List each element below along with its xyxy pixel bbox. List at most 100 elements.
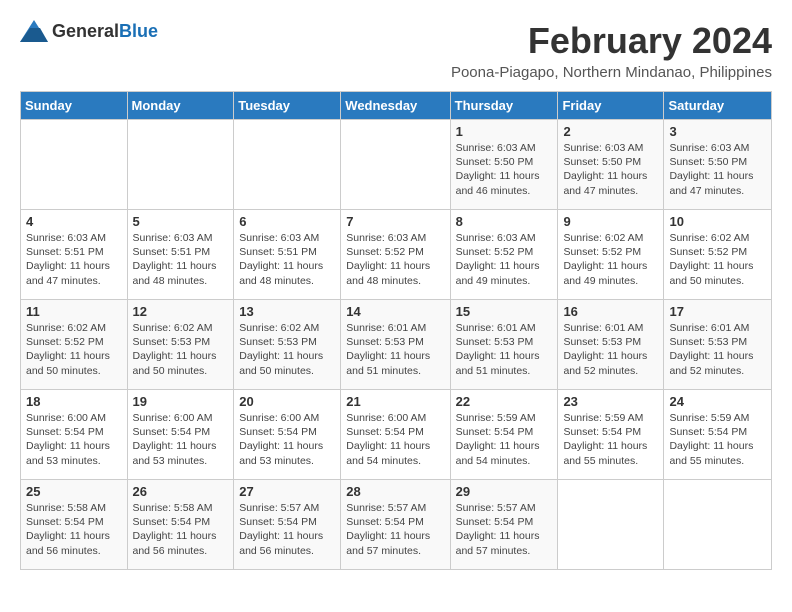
day-info: Sunrise: 6:02 AMSunset: 5:52 PMDaylight:… <box>26 321 122 378</box>
day-info: Sunrise: 5:59 AMSunset: 5:54 PMDaylight:… <box>563 411 658 468</box>
day-number: 13 <box>239 304 335 319</box>
day-number: 20 <box>239 394 335 409</box>
day-info: Sunrise: 5:57 AMSunset: 5:54 PMDaylight:… <box>456 501 553 558</box>
calendar-week-4: 18Sunrise: 6:00 AMSunset: 5:54 PMDayligh… <box>21 390 772 480</box>
day-info: Sunrise: 6:03 AMSunset: 5:51 PMDaylight:… <box>26 231 122 288</box>
day-info: Sunrise: 6:03 AMSunset: 5:52 PMDaylight:… <box>346 231 444 288</box>
logo-icon <box>20 20 48 42</box>
day-number: 11 <box>26 304 122 319</box>
day-number: 8 <box>456 214 553 229</box>
header-row: Sunday Monday Tuesday Wednesday Thursday… <box>21 92 772 120</box>
day-number: 15 <box>456 304 553 319</box>
day-number: 16 <box>563 304 658 319</box>
day-info: Sunrise: 6:01 AMSunset: 5:53 PMDaylight:… <box>346 321 444 378</box>
calendar-cell: 20 Sunrise: 6:00 AMSunset: 5:54 PMDayligh… <box>234 390 341 480</box>
calendar-cell: 22 Sunrise: 5:59 AMSunset: 5:54 PMDayligh… <box>450 390 558 480</box>
day-number: 14 <box>346 304 444 319</box>
calendar-cell: 8 Sunrise: 6:03 AMSunset: 5:52 PMDaylight… <box>450 210 558 300</box>
day-info: Sunrise: 6:02 AMSunset: 5:52 PMDaylight:… <box>563 231 658 288</box>
calendar-week-1: 1Sunrise: 6:03 AMSunset: 5:50 PMDaylight… <box>21 120 772 210</box>
location-title: Poona-Piagapo, Northern Mindanao, Philip… <box>451 64 772 81</box>
col-saturday: Saturday <box>664 92 772 120</box>
day-number: 3 <box>669 124 766 139</box>
day-info: Sunrise: 6:03 AMSunset: 5:51 PMDaylight:… <box>239 231 335 288</box>
day-info: Sunrise: 5:59 AMSunset: 5:54 PMDaylight:… <box>456 411 553 468</box>
logo-text: GeneralBlue <box>52 21 158 42</box>
calendar-cell <box>21 120 128 210</box>
calendar-cell <box>341 120 450 210</box>
calendar-cell: 17Sunrise: 6:01 AMSunset: 5:53 PMDayligh… <box>664 300 772 390</box>
day-info: Sunrise: 6:02 AMSunset: 5:52 PMDaylight:… <box>669 231 766 288</box>
day-number: 7 <box>346 214 444 229</box>
calendar-cell: 15Sunrise: 6:01 AMSunset: 5:53 PMDayligh… <box>450 300 558 390</box>
calendar-cell: 4 Sunrise: 6:03 AMSunset: 5:51 PMDaylight… <box>21 210 128 300</box>
calendar-cell: 3 Sunrise: 6:03 AMSunset: 5:50 PMDaylight… <box>664 120 772 210</box>
day-number: 4 <box>26 214 122 229</box>
calendar-cell: 12Sunrise: 6:02 AMSunset: 5:53 PMDayligh… <box>127 300 234 390</box>
calendar-cell: 7 Sunrise: 6:03 AMSunset: 5:52 PMDaylight… <box>341 210 450 300</box>
calendar-cell <box>558 480 664 570</box>
day-info: Sunrise: 6:02 AMSunset: 5:53 PMDaylight:… <box>239 321 335 378</box>
calendar-cell: 21 Sunrise: 6:00 AMSunset: 5:54 PMDayligh… <box>341 390 450 480</box>
day-info: Sunrise: 5:57 AMSunset: 5:54 PMDaylight:… <box>346 501 444 558</box>
calendar-cell: 29 Sunrise: 5:57 AMSunset: 5:54 PMDayligh… <box>450 480 558 570</box>
calendar-cell: 16 Sunrise: 6:01 AMSunset: 5:53 PMDayligh… <box>558 300 664 390</box>
day-info: Sunrise: 5:58 AMSunset: 5:54 PMDaylight:… <box>133 501 229 558</box>
day-info: Sunrise: 6:01 AMSunset: 5:53 PMDaylight:… <box>669 321 766 378</box>
day-number: 2 <box>563 124 658 139</box>
day-info: Sunrise: 6:03 AMSunset: 5:50 PMDaylight:… <box>456 141 553 198</box>
calendar-cell: 9 Sunrise: 6:02 AMSunset: 5:52 PMDaylight… <box>558 210 664 300</box>
col-friday: Friday <box>558 92 664 120</box>
day-info: Sunrise: 5:58 AMSunset: 5:54 PMDaylight:… <box>26 501 122 558</box>
calendar-cell: 11 Sunrise: 6:02 AMSunset: 5:52 PMDayligh… <box>21 300 128 390</box>
calendar-cell: 5 Sunrise: 6:03 AMSunset: 5:51 PMDaylight… <box>127 210 234 300</box>
day-number: 9 <box>563 214 658 229</box>
calendar-cell: 28Sunrise: 5:57 AMSunset: 5:54 PMDayligh… <box>341 480 450 570</box>
calendar-cell: 19 Sunrise: 6:00 AMSunset: 5:54 PMDayligh… <box>127 390 234 480</box>
page-header: GeneralBlue February 2024 Poona-Piagapo,… <box>20 20 772 81</box>
col-thursday: Thursday <box>450 92 558 120</box>
day-number: 19 <box>133 394 229 409</box>
calendar-cell: 6 Sunrise: 6:03 AMSunset: 5:51 PMDaylight… <box>234 210 341 300</box>
col-monday: Monday <box>127 92 234 120</box>
month-title: February 2024 <box>451 20 772 62</box>
calendar-cell: 18Sunrise: 6:00 AMSunset: 5:54 PMDayligh… <box>21 390 128 480</box>
calendar-cell: 13 Sunrise: 6:02 AMSunset: 5:53 PMDayligh… <box>234 300 341 390</box>
day-info: Sunrise: 6:03 AMSunset: 5:52 PMDaylight:… <box>456 231 553 288</box>
calendar-cell: 1Sunrise: 6:03 AMSunset: 5:50 PMDaylight… <box>450 120 558 210</box>
day-info: Sunrise: 6:00 AMSunset: 5:54 PMDaylight:… <box>239 411 335 468</box>
day-number: 29 <box>456 484 553 499</box>
day-number: 6 <box>239 214 335 229</box>
col-wednesday: Wednesday <box>341 92 450 120</box>
calendar-cell: 26 Sunrise: 5:58 AMSunset: 5:54 PMDayligh… <box>127 480 234 570</box>
calendar-cell: 2 Sunrise: 6:03 AMSunset: 5:50 PMDaylight… <box>558 120 664 210</box>
day-info: Sunrise: 6:00 AMSunset: 5:54 PMDaylight:… <box>346 411 444 468</box>
day-number: 23 <box>563 394 658 409</box>
day-info: Sunrise: 6:03 AMSunset: 5:50 PMDaylight:… <box>563 141 658 198</box>
day-info: Sunrise: 6:01 AMSunset: 5:53 PMDaylight:… <box>563 321 658 378</box>
day-info: Sunrise: 6:00 AMSunset: 5:54 PMDaylight:… <box>133 411 229 468</box>
calendar-table: Sunday Monday Tuesday Wednesday Thursday… <box>20 91 772 570</box>
day-info: Sunrise: 6:03 AMSunset: 5:51 PMDaylight:… <box>133 231 229 288</box>
day-number: 27 <box>239 484 335 499</box>
calendar-week-3: 11 Sunrise: 6:02 AMSunset: 5:52 PMDayligh… <box>21 300 772 390</box>
day-info: Sunrise: 6:03 AMSunset: 5:50 PMDaylight:… <box>669 141 766 198</box>
day-number: 24 <box>669 394 766 409</box>
day-number: 26 <box>133 484 229 499</box>
day-number: 21 <box>346 394 444 409</box>
col-sunday: Sunday <box>21 92 128 120</box>
calendar-cell: 14 Sunrise: 6:01 AMSunset: 5:53 PMDayligh… <box>341 300 450 390</box>
logo: GeneralBlue <box>20 20 158 42</box>
calendar-cell: 10 Sunrise: 6:02 AMSunset: 5:52 PMDayligh… <box>664 210 772 300</box>
day-number: 22 <box>456 394 553 409</box>
calendar-cell <box>664 480 772 570</box>
day-info: Sunrise: 5:57 AMSunset: 5:54 PMDaylight:… <box>239 501 335 558</box>
day-number: 10 <box>669 214 766 229</box>
day-number: 12 <box>133 304 229 319</box>
day-number: 5 <box>133 214 229 229</box>
calendar-week-2: 4 Sunrise: 6:03 AMSunset: 5:51 PMDaylight… <box>21 210 772 300</box>
calendar-cell <box>234 120 341 210</box>
day-number: 25 <box>26 484 122 499</box>
col-tuesday: Tuesday <box>234 92 341 120</box>
calendar-week-5: 25 Sunrise: 5:58 AMSunset: 5:54 PMDayligh… <box>21 480 772 570</box>
